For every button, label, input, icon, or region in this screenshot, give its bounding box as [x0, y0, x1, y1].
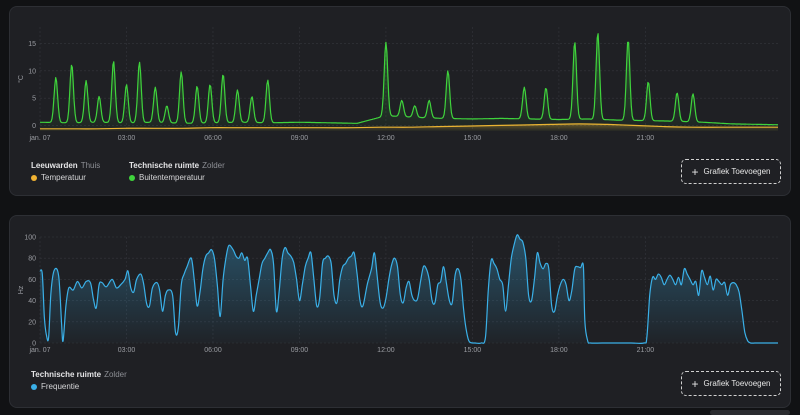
series-dot-icon — [129, 174, 135, 181]
y-tick-label: 80 — [28, 256, 36, 263]
x-tick-label: 15:00 — [464, 135, 482, 142]
legend-room: Zolder — [104, 370, 127, 379]
x-tick-label: 03:00 — [118, 135, 136, 142]
temperature-chart[interactable]: 0 5 10 15 jan. 07 03:00 06:00 09:00 12:00 15:00 18… — [10, 7, 792, 157]
frequency-chart[interactable]: 020406080100jan. 07 03:00 06:00 09:00 12:00 1… — [10, 216, 792, 366]
x-tick-label: 06:00 — [204, 347, 222, 354]
scrollbar[interactable] — [710, 410, 790, 415]
series-line-buitentemperatuur — [39, 33, 779, 126]
y-tick-label: 10 — [28, 68, 36, 75]
legend-source: Technische ruimte — [31, 370, 102, 379]
x-tick-label: 12:00 — [377, 135, 395, 142]
legend-room: Zolder — [202, 161, 225, 170]
add-chart-button[interactable]: + Grafiek Toevoegen — [681, 371, 781, 396]
legend-series: Frequentie — [41, 382, 80, 391]
legend-series: Temperatuur — [41, 173, 86, 182]
y-tick-label: 100 — [24, 235, 36, 242]
y-tick-label: 20 — [28, 319, 36, 326]
add-chart-label: Grafiek Toevoegen — [703, 379, 771, 388]
plus-icon: + — [691, 164, 699, 179]
y-tick-label: 15 — [28, 41, 36, 48]
x-tick-label: 21:00 — [637, 347, 655, 354]
x-tick-label: 15:00 — [464, 347, 482, 354]
x-tick-label: jan. 07 — [28, 347, 50, 354]
legend-leeuwarden[interactable]: Leeuwarden Thuis Temperatuur — [31, 161, 100, 182]
legend-room: Thuis — [80, 161, 101, 170]
x-tick-label: 21:00 — [637, 135, 655, 142]
x-tick-label: 18:00 — [550, 135, 568, 142]
y-axis-label: °C — [17, 75, 25, 83]
x-tick-label: 03:00 — [118, 347, 136, 354]
legend-technische-ruimte[interactable]: Technische ruimte Zolder Buitentemperatuu… — [129, 161, 225, 182]
legend-source: Technische ruimte — [129, 161, 200, 170]
legend-source: Leeuwarden — [31, 161, 78, 170]
y-tick-label: 40 — [28, 298, 36, 305]
x-tick-label: jan. 07 — [28, 135, 50, 142]
series-area-frequentie — [40, 234, 778, 344]
x-tick-label: 09:00 — [291, 347, 309, 354]
series-dot-icon — [31, 174, 37, 181]
x-tick-label: 06:00 — [204, 135, 222, 142]
x-tick-label: 09:00 — [291, 135, 309, 142]
y-tick-label: 5 — [32, 96, 36, 103]
x-tick-label: 18:00 — [550, 347, 568, 354]
y-axis-label: Hz — [18, 285, 25, 294]
y-tick-label: 0 — [32, 123, 36, 130]
plus-icon: + — [691, 376, 699, 391]
temperature-chart-card: 0 5 10 15 jan. 07 03:00 06:00 09:00 12:00 15:00 18… — [9, 6, 791, 196]
legend-technische-ruimte[interactable]: Technische ruimte Zolder Frequentie — [31, 370, 127, 391]
add-chart-label: Grafiek Toevoegen — [703, 167, 771, 176]
y-tick-label: 60 — [28, 277, 36, 284]
series-dot-icon — [31, 383, 37, 390]
legend-series: Buitentemperatuur — [139, 173, 205, 182]
add-chart-button[interactable]: + Grafiek Toevoegen — [681, 159, 781, 184]
frequency-chart-card: 0 20 40 60 80 100 jan. 07 03:00 06:00 09:00 12:00 1… — [9, 215, 791, 408]
x-tick-label: 12:00 — [377, 347, 395, 354]
